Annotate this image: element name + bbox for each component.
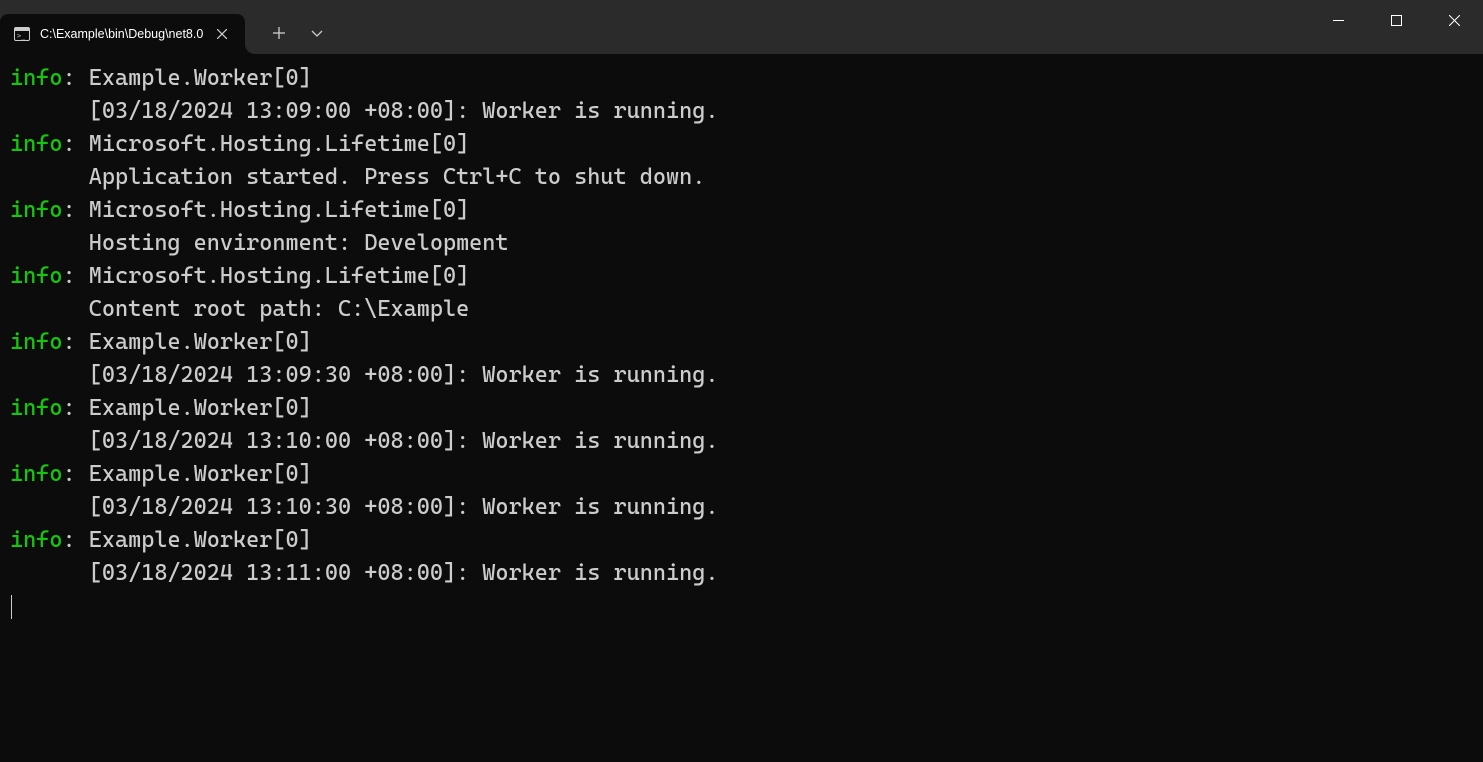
log-message-line: Hosting environment: Development bbox=[10, 227, 1473, 260]
log-level: info bbox=[10, 131, 62, 157]
log-level: info bbox=[10, 329, 62, 355]
log-header-line: info: Microsoft.Hosting.Lifetime[0] bbox=[10, 128, 1473, 161]
log-message-line: [03/18/2024 13:09:30 +08:00]: Worker is … bbox=[10, 359, 1473, 392]
minimize-button[interactable] bbox=[1309, 0, 1367, 40]
log-message: Hosting environment: Development bbox=[10, 230, 509, 256]
chevron-down-icon bbox=[311, 27, 323, 39]
log-header-line: info: Example.Worker[0] bbox=[10, 524, 1473, 557]
log-level: info bbox=[10, 65, 62, 91]
log-source: Example.Worker[0] bbox=[89, 65, 312, 91]
log-message: Application started. Press Ctrl+C to shu… bbox=[10, 164, 705, 190]
log-separator: : bbox=[62, 395, 88, 421]
log-separator: : bbox=[62, 461, 88, 487]
log-separator: : bbox=[62, 131, 88, 157]
log-header-line: info: Microsoft.Hosting.Lifetime[0] bbox=[10, 194, 1473, 227]
log-message: [03/18/2024 13:11:00 +08:00]: Worker is … bbox=[10, 560, 718, 586]
log-level: info bbox=[10, 527, 62, 553]
window-controls bbox=[1309, 0, 1483, 40]
log-message-line: Application started. Press Ctrl+C to shu… bbox=[10, 161, 1473, 194]
log-separator: : bbox=[62, 65, 88, 91]
log-message: [03/18/2024 13:10:30 +08:00]: Worker is … bbox=[10, 494, 718, 520]
log-message: [03/18/2024 13:09:30 +08:00]: Worker is … bbox=[10, 362, 718, 388]
log-message-line: Content root path: C:\Example bbox=[10, 293, 1473, 326]
tab-title: C:\Example\bin\Debug\net8.0 bbox=[40, 27, 203, 41]
new-tab-button[interactable] bbox=[261, 15, 297, 51]
log-message: [03/18/2024 13:09:00 +08:00]: Worker is … bbox=[10, 98, 718, 124]
log-source: Microsoft.Hosting.Lifetime[0] bbox=[89, 197, 469, 223]
log-separator: : bbox=[62, 329, 88, 355]
log-message-line: [03/18/2024 13:10:00 +08:00]: Worker is … bbox=[10, 425, 1473, 458]
terminal-output[interactable]: info: Example.Worker[0] [03/18/2024 13:0… bbox=[0, 54, 1483, 762]
minimize-icon bbox=[1333, 15, 1344, 26]
log-message-line: [03/18/2024 13:10:30 +08:00]: Worker is … bbox=[10, 491, 1473, 524]
log-header-line: info: Example.Worker[0] bbox=[10, 458, 1473, 491]
log-source: Example.Worker[0] bbox=[89, 461, 312, 487]
maximize-button[interactable] bbox=[1367, 0, 1425, 40]
terminal-icon: >_ bbox=[14, 26, 30, 42]
log-source: Example.Worker[0] bbox=[89, 329, 312, 355]
log-level: info bbox=[10, 395, 62, 421]
text-cursor bbox=[11, 595, 12, 619]
log-source: Microsoft.Hosting.Lifetime[0] bbox=[89, 131, 469, 157]
log-header-line: info: Example.Worker[0] bbox=[10, 62, 1473, 95]
log-level: info bbox=[10, 197, 62, 223]
log-separator: : bbox=[62, 263, 88, 289]
log-source: Microsoft.Hosting.Lifetime[0] bbox=[89, 263, 469, 289]
log-separator: : bbox=[62, 527, 88, 553]
titlebar: >_ C:\Example\bin\Debug\net8.0 bbox=[0, 0, 1483, 54]
log-message-line: [03/18/2024 13:09:00 +08:00]: Worker is … bbox=[10, 95, 1473, 128]
maximize-icon bbox=[1391, 15, 1402, 26]
log-header-line: info: Microsoft.Hosting.Lifetime[0] bbox=[10, 260, 1473, 293]
log-message: Content root path: C:\Example bbox=[10, 296, 469, 322]
log-separator: : bbox=[62, 197, 88, 223]
log-message: [03/18/2024 13:10:00 +08:00]: Worker is … bbox=[10, 428, 718, 454]
plus-icon bbox=[273, 27, 285, 39]
close-icon bbox=[217, 29, 227, 39]
close-icon bbox=[1449, 15, 1460, 26]
tab-active[interactable]: >_ C:\Example\bin\Debug\net8.0 bbox=[0, 14, 245, 54]
cursor-line bbox=[10, 590, 1473, 623]
log-source: Example.Worker[0] bbox=[89, 395, 312, 421]
log-level: info bbox=[10, 263, 62, 289]
log-header-line: info: Example.Worker[0] bbox=[10, 326, 1473, 359]
log-level: info bbox=[10, 461, 62, 487]
log-message-line: [03/18/2024 13:11:00 +08:00]: Worker is … bbox=[10, 557, 1473, 590]
tabs-area: >_ C:\Example\bin\Debug\net8.0 bbox=[0, 0, 1309, 54]
svg-text:>_: >_ bbox=[17, 32, 26, 40]
log-source: Example.Worker[0] bbox=[89, 527, 312, 553]
tab-dropdown-button[interactable] bbox=[299, 15, 335, 51]
tab-close-button[interactable] bbox=[211, 23, 233, 45]
log-header-line: info: Example.Worker[0] bbox=[10, 392, 1473, 425]
window-close-button[interactable] bbox=[1425, 0, 1483, 40]
